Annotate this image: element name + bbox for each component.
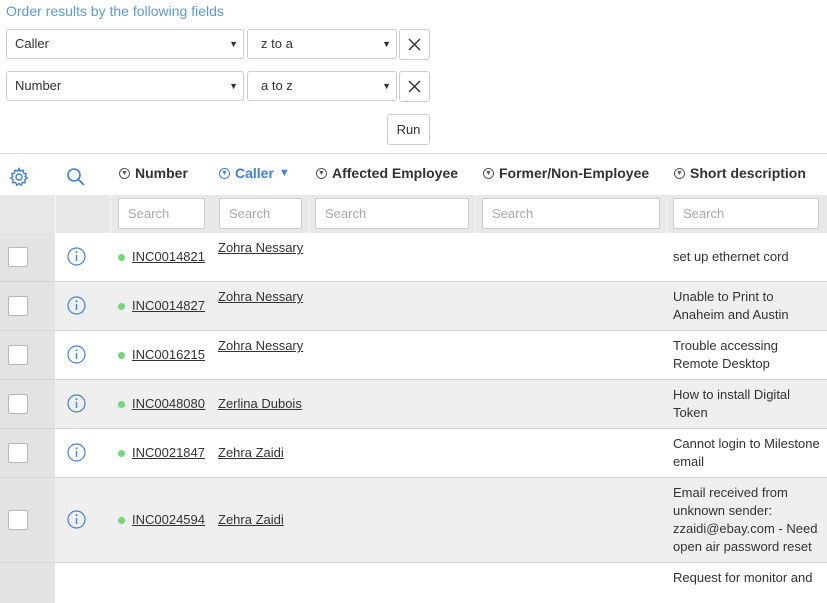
row-checkbox[interactable] (8, 296, 28, 316)
column-menu-icon[interactable]: ▼ (674, 167, 685, 179)
incident-number-link[interactable]: INC0024594 (132, 512, 205, 527)
divider (0, 153, 827, 154)
column-label: Short description (690, 165, 806, 181)
caller-link[interactable]: Zehra Zaidi (218, 511, 328, 529)
search-input-short-description[interactable] (673, 198, 819, 229)
column-search-row (0, 195, 827, 233)
status-dot (118, 401, 125, 408)
column-header-number[interactable]: ▼ Number (119, 165, 188, 181)
short-description: Unable to Print to Anaheim and Austin (673, 289, 789, 322)
dropdown-caret-icon: ▼ (229, 39, 238, 49)
incident-number-link[interactable]: INC0048080 (132, 396, 205, 411)
column-label: Former/Non-Employee (499, 165, 650, 181)
column-menu-icon[interactable]: ▼ (219, 167, 230, 179)
column-label: Number (135, 165, 188, 181)
status-dot (118, 254, 125, 261)
status-dot (118, 517, 125, 524)
sort-field-select-2[interactable]: Number ▼ (6, 71, 244, 101)
column-header-affected-employee[interactable]: ▼ Affected Employee (316, 165, 458, 181)
info-icon[interactable] (67, 296, 86, 315)
table-row: INC0024594 Zehra Zaidi Email received fr… (0, 478, 827, 563)
dropdown-caret-icon: ▼ (229, 81, 238, 91)
search-input-former-non-employee[interactable] (482, 198, 660, 229)
close-icon (408, 80, 421, 93)
status-dot (118, 450, 125, 457)
incident-number-link[interactable]: INC0014821 (132, 249, 205, 264)
short-description: Trouble accessing Remote Desktop (673, 338, 779, 371)
table-row: INC0021847 Zehra Zaidi Cannot login to M… (0, 429, 827, 478)
table-row: INC0014821 Zohra Nessary set up ethernet… (0, 233, 827, 282)
row-checkbox[interactable] (8, 247, 28, 267)
dropdown-caret-icon: ▼ (382, 81, 391, 91)
run-button[interactable]: Run (387, 114, 430, 145)
column-divider (475, 195, 476, 233)
sort-direction-value: z to a (261, 36, 293, 51)
close-icon (408, 38, 421, 51)
row-checkbox[interactable] (8, 510, 28, 530)
column-label: Caller (235, 165, 274, 181)
column-label: Affected Employee (332, 165, 459, 181)
sort-field-select-1[interactable]: Caller ▼ (6, 29, 244, 59)
caller-link[interactable]: Zohra Nessary (218, 337, 308, 355)
remove-sort-button-2[interactable] (399, 71, 430, 102)
gear-icon[interactable] (9, 167, 29, 187)
remove-sort-button-1[interactable] (399, 29, 430, 60)
search-input-number[interactable] (118, 198, 205, 229)
table-row: INC0016215 Zohra Nessary Trouble accessi… (0, 331, 827, 380)
sort-direction-select-1[interactable]: z to a ▼ (247, 29, 397, 59)
incident-number-link[interactable]: INC0016215 (132, 347, 205, 362)
row-checkbox[interactable] (8, 443, 28, 463)
column-menu-icon[interactable]: ▼ (316, 167, 327, 179)
column-header-former-non-employee[interactable]: ▼ Former/Non-Employee (483, 165, 649, 181)
column-divider (55, 195, 56, 233)
info-icon[interactable] (67, 510, 86, 529)
info-icon[interactable] (67, 443, 86, 462)
column-menu-icon[interactable]: ▼ (119, 167, 130, 179)
info-icon[interactable] (67, 345, 86, 364)
caller-link[interactable]: Zerlina Dubois (218, 395, 328, 413)
table-row: INC0014827 Zohra Nessary Unable to Print… (0, 282, 827, 331)
column-divider (666, 195, 667, 233)
info-icon[interactable] (67, 247, 86, 266)
short-description: Email received from unknown sender: zzai… (673, 485, 818, 554)
status-dot (118, 303, 125, 310)
sort-field-value: Caller (15, 36, 49, 51)
sort-descending-icon: ▼ (278, 167, 290, 179)
short-description: Request for monitor and (673, 570, 813, 585)
row-checkbox[interactable] (8, 394, 28, 414)
info-icon[interactable] (67, 394, 86, 413)
incident-number-link[interactable]: INC0021847 (132, 445, 205, 460)
table-header: ▼ Number ▼ Caller ▼ ▼ Affected Employee … (0, 155, 827, 195)
search-input-caller[interactable] (219, 198, 302, 229)
column-divider (309, 195, 310, 233)
column-header-caller[interactable]: ▼ Caller ▼ (219, 165, 290, 181)
short-description: set up ethernet cord (673, 249, 789, 264)
table-row: INC0048080 Zerlina Dubois How to install… (0, 380, 827, 429)
caller-link[interactable]: Zohra Nessary (218, 239, 308, 257)
sort-field-value: Number (15, 78, 62, 93)
row-checkbox[interactable] (8, 345, 28, 365)
order-hint: Order results by the following fields (6, 3, 224, 19)
column-header-short-description[interactable]: ▼ Short description (674, 165, 806, 181)
status-dot (118, 352, 125, 359)
column-menu-icon[interactable]: ▼ (483, 167, 494, 179)
table-row: Request for monitor and (0, 563, 827, 603)
search-input-affected-employee[interactable] (315, 198, 469, 229)
row-select-cell (0, 563, 55, 603)
short-description: Cannot login to Milestone email (673, 436, 820, 469)
sort-direction-select-2[interactable]: a to z ▼ (247, 71, 397, 101)
caller-link[interactable]: Zehra Zaidi (218, 444, 328, 462)
sort-direction-value: a to z (261, 78, 293, 93)
dropdown-caret-icon: ▼ (382, 39, 391, 49)
caller-link[interactable]: Zohra Nessary (218, 288, 308, 306)
short-description: How to install Digital Token (673, 387, 791, 420)
column-divider (110, 195, 111, 233)
incident-number-link[interactable]: INC0014827 (132, 298, 205, 313)
search-icon[interactable] (66, 167, 86, 187)
